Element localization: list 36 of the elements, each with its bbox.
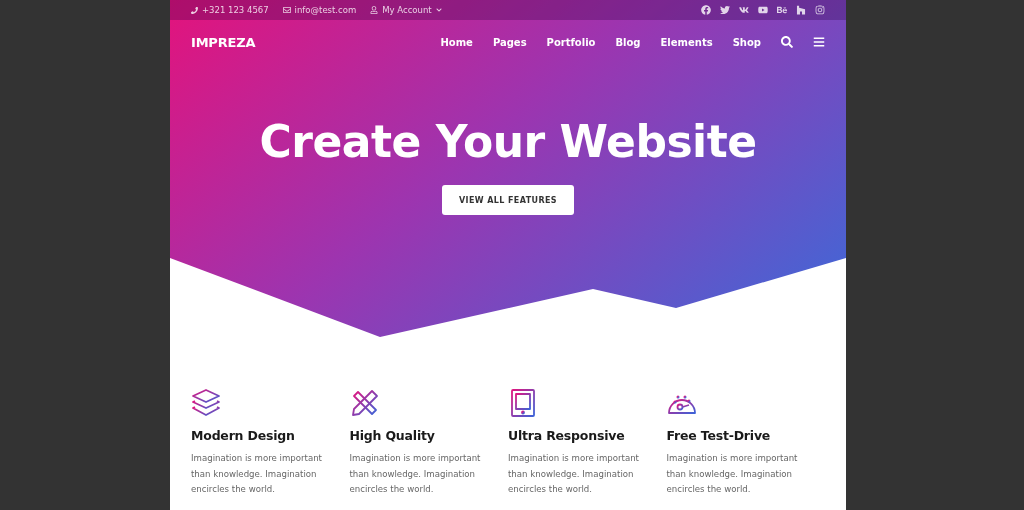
feature-text: Imagination is more important than knowledge. Imagination encircles the world.	[349, 452, 482, 496]
youtube-icon[interactable]	[758, 5, 768, 15]
houzz-icon[interactable]	[796, 5, 806, 15]
nav-link[interactable]: Elements	[660, 36, 713, 48]
phone-link[interactable]: +321 123 4567	[191, 5, 269, 15]
user-icon	[370, 6, 379, 14]
feature-text: Imagination is more important than knowledge. Imagination encircles the world.	[508, 452, 640, 496]
feature-title: Free Test-Drive	[666, 428, 771, 443]
account-menu[interactable]: My Account	[370, 5, 442, 15]
logo[interactable]: IMPREZA	[191, 34, 256, 50]
vk-icon[interactable]	[739, 5, 749, 15]
phone-icon	[191, 6, 198, 14]
pencil-ruler-icon	[349, 388, 380, 418]
nav-link[interactable]: Home	[440, 36, 473, 48]
feature-text: Imagination is more important than knowledge. Imagination encircles the world.	[191, 452, 323, 496]
nav-link[interactable]: Pages	[492, 36, 527, 48]
email-link[interactable]: info@test.com	[282, 5, 357, 15]
search-icon[interactable]	[781, 36, 793, 48]
feature-title: Ultra Responsive	[508, 428, 625, 443]
nav-link[interactable]: Portfolio	[546, 36, 596, 48]
facebook-icon[interactable]	[701, 5, 711, 15]
behance-icon[interactable]	[777, 5, 787, 15]
features-button[interactable]: VIEW ALL FEATURES	[441, 185, 575, 215]
hero-title: Create Your Website	[259, 116, 757, 167]
caret-icon	[435, 7, 442, 13]
menu-icon[interactable]	[813, 36, 825, 48]
nav-link[interactable]: Blog	[615, 36, 641, 48]
layers-icon	[191, 388, 221, 418]
twitter-icon[interactable]	[720, 5, 730, 15]
feature-title: High Quality	[349, 428, 435, 443]
feature-title: Modern Design	[191, 428, 295, 443]
feature-text: Imagination is more important than knowledge. Imagination encircles the world.	[666, 452, 799, 496]
instagram-icon[interactable]	[815, 5, 825, 15]
envelope-icon	[282, 6, 291, 14]
nav-link[interactable]: Shop	[732, 36, 761, 48]
tablet-icon	[508, 388, 538, 418]
